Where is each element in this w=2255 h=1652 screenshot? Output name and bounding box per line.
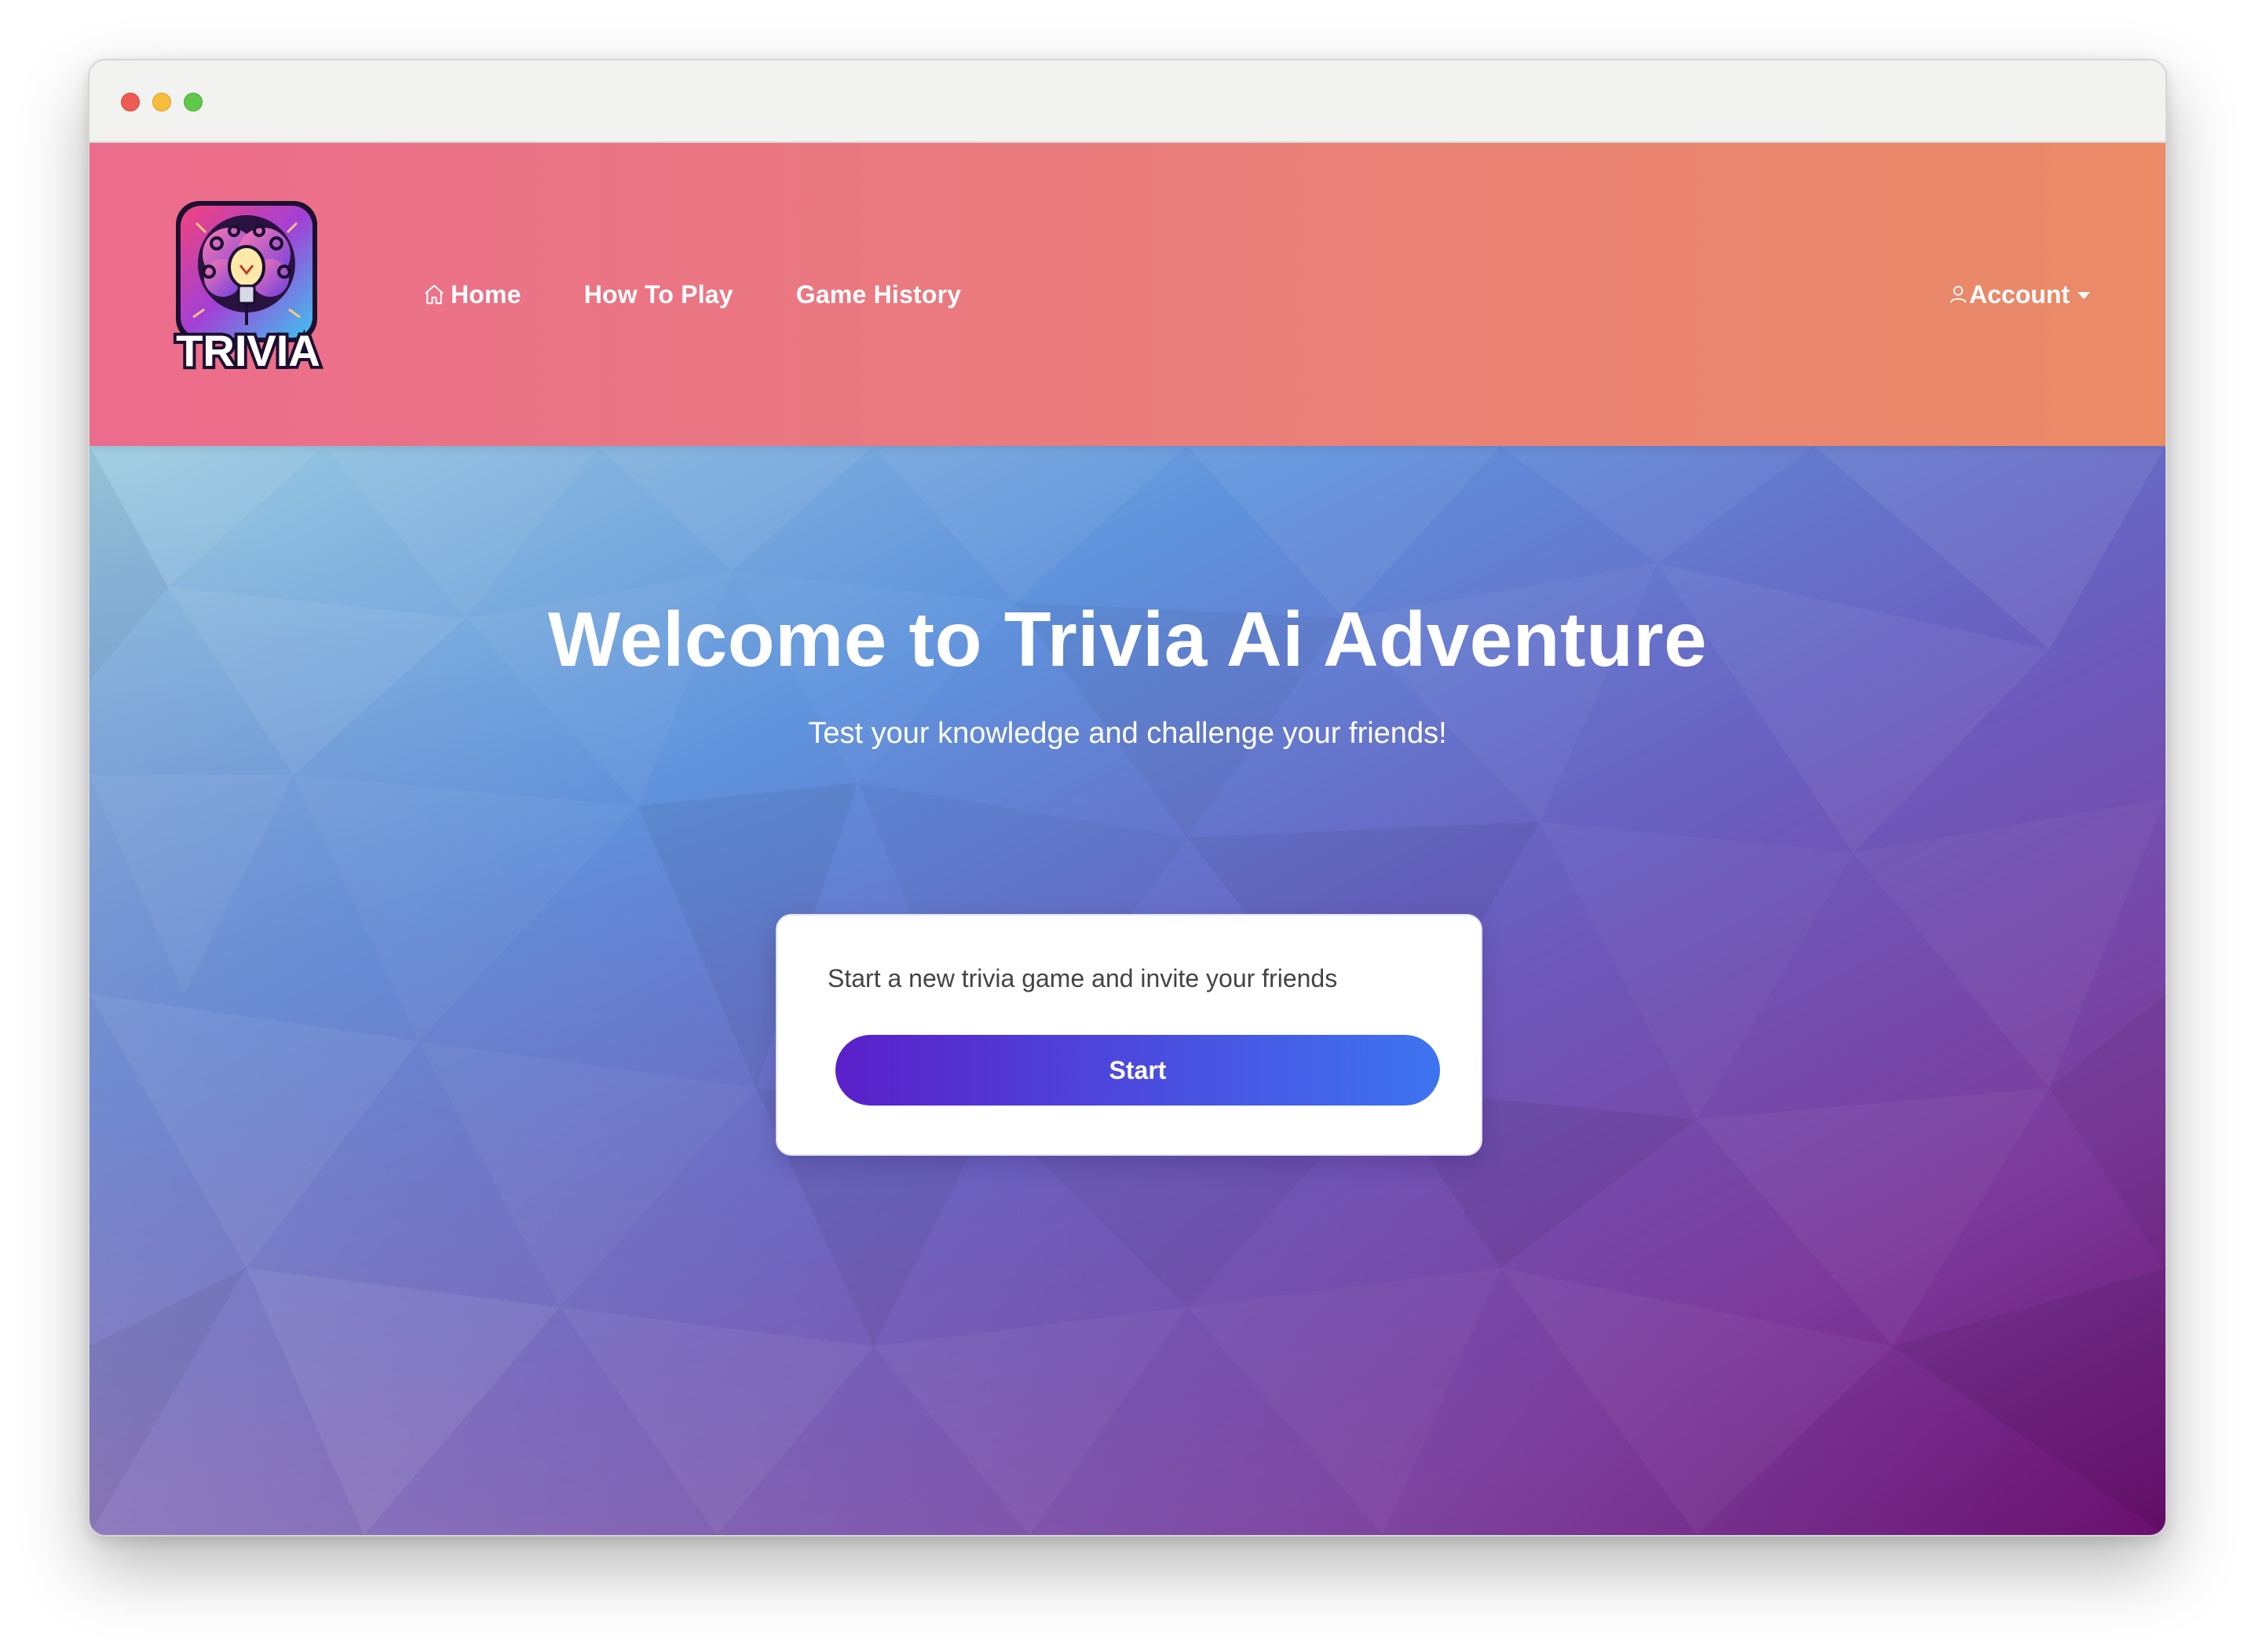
svg-text:TRIVIA: TRIVIA: [176, 326, 320, 375]
nav-how-to-play-link[interactable]: How To Play: [584, 280, 733, 309]
chevron-down-icon: [2078, 291, 2090, 299]
trivia-ai-logo[interactable]: TRIVIA TRIVIA AI: [162, 199, 334, 380]
start-button[interactable]: Start: [835, 1035, 1440, 1106]
nav-links: Home How To Play Game History: [422, 143, 1024, 446]
close-window-button[interactable]: [121, 93, 140, 111]
account-dropdown-toggle[interactable]: Account: [1947, 143, 2090, 446]
zoom-window-button[interactable]: [184, 93, 203, 111]
start-game-card: Start a new trivia game and invite your …: [776, 914, 1482, 1156]
start-game-description: Start a new trivia game and invite your …: [828, 964, 1338, 992]
nav-game-history-label: Game History: [795, 280, 962, 309]
nav-home-label: Home: [451, 280, 521, 309]
hero-subtitle: Test your knowledge and challenge your f…: [808, 717, 1447, 750]
browser-window: TRIVIA TRIVIA AI Home How To Play Game H…: [88, 59, 2167, 1537]
nav-home-link[interactable]: Home: [422, 280, 521, 309]
window-titlebar: [90, 60, 2165, 143]
account-label: Account: [1969, 280, 2070, 309]
nav-game-history-link[interactable]: Game History: [796, 280, 961, 309]
nav-how-to-play-label: How To Play: [583, 280, 733, 309]
brain-lightbulb-logo-icon: TRIVIA TRIVIA AI: [173, 201, 323, 378]
hero-title: Welcome to Trivia Ai Adventure: [547, 596, 1708, 682]
hero-section: Welcome to Trivia Ai Adventure Test your…: [90, 446, 2165, 1535]
home-icon: [425, 284, 444, 305]
user-icon: [1950, 286, 1967, 303]
navbar: TRIVIA TRIVIA AI Home How To Play Game H…: [90, 143, 2165, 446]
minimize-window-button[interactable]: [152, 93, 171, 111]
